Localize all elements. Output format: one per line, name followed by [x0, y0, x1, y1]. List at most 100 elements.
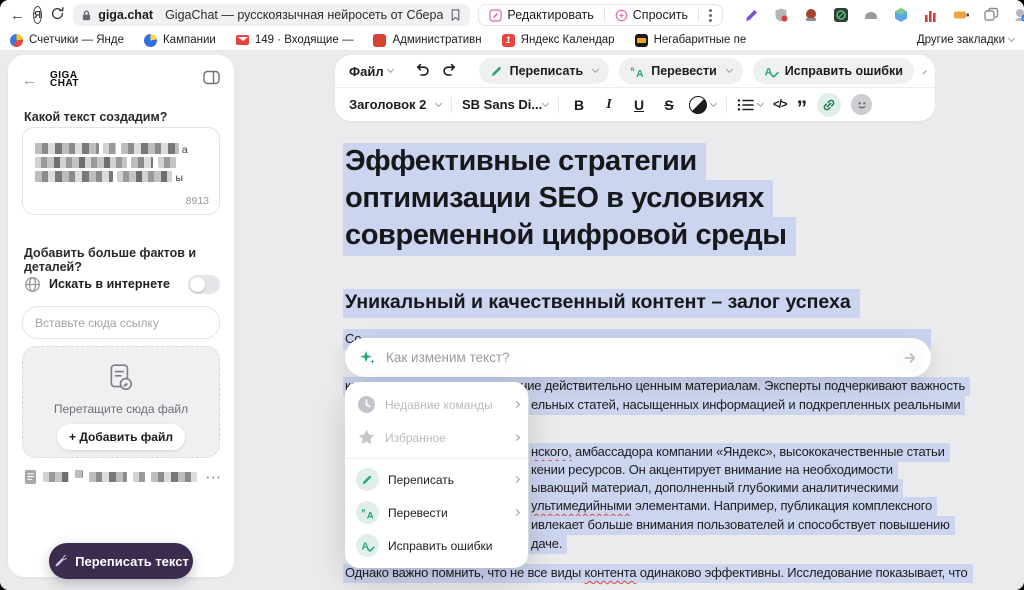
more-menu-icon[interactable] [709, 14, 712, 17]
svg-text:A: A [636, 69, 644, 79]
rewrite-pill-label: Переписать [510, 64, 584, 78]
chevron-down-icon [757, 99, 764, 106]
translate-icon: яA [630, 64, 645, 79]
menu-item-label: Переписать [388, 473, 505, 487]
bookmark-item[interactable]: Счетчики — Янде [10, 34, 124, 47]
undo-icon[interactable] [413, 60, 431, 83]
chevron-down-icon [726, 66, 733, 73]
divider [698, 8, 699, 22]
link-button[interactable] [817, 93, 841, 117]
menu-item-label: Перевести [388, 506, 505, 520]
text-color-button[interactable] [689, 96, 716, 114]
url-text[interactable]: giga.chat [98, 8, 153, 22]
fix-errors-pill-button[interactable]: A Исправить ошибки [753, 58, 914, 84]
command-input[interactable] [386, 350, 885, 365]
bookmark-item[interactable]: Административн [373, 34, 481, 47]
underline-button[interactable]: U [629, 97, 649, 113]
menu-item-label: Исправить ошибки [388, 539, 519, 553]
emoji-button[interactable] [851, 94, 872, 115]
translate-pill-button[interactable]: яA Перевести [619, 58, 743, 84]
bookmarks-bar: Счетчики — Янде Кампании 149 · Входящие … [0, 30, 1024, 51]
camera-extension-icon[interactable] [833, 7, 850, 24]
menu-item-favorites[interactable]: Избранное [345, 421, 528, 454]
send-button[interactable] [895, 343, 925, 373]
file-dropzone[interactable]: Перетащите сюда файл + Добавить файл [22, 346, 220, 458]
code-button[interactable]: </> [773, 99, 787, 111]
redacted-filename [151, 472, 197, 482]
globe-icon [24, 276, 41, 293]
shield-extension-icon[interactable] [773, 7, 790, 24]
masked-char: ы [175, 172, 183, 184]
bookmark-item[interactable]: 149 · Входящие — [236, 34, 354, 46]
pen-strike-icon [53, 554, 68, 569]
address-bar[interactable]: giga.chat GigaChat — русскоязычная нейро… [73, 4, 470, 26]
divider [726, 97, 727, 113]
link-input[interactable] [22, 306, 220, 339]
svg-text:я: я [631, 66, 635, 73]
sidebar-back-icon[interactable]: ← [22, 72, 44, 89]
quote-button[interactable]: ” [797, 104, 808, 114]
chevron-down-icon [435, 99, 442, 106]
collapse-toolbar-icon[interactable] [922, 70, 926, 74]
masked-char: а [182, 144, 188, 156]
tabs-extension-icon[interactable] [983, 7, 1000, 24]
cap-extension-icon[interactable] [863, 7, 880, 24]
menu-item-translate[interactable]: яA Перевести [345, 496, 528, 529]
browser-window: ← Я giga.chat GigaChat — русскоязычная н… [0, 0, 1024, 590]
bookmark-item[interactable]: Кампании [144, 34, 216, 47]
add-file-button[interactable]: + Добавить файл [57, 424, 185, 450]
rewrite-text-button[interactable]: Переписать текст [49, 543, 193, 579]
stamp-extension-icon[interactable] [803, 7, 820, 24]
bookmark-label: Кампании [163, 34, 216, 46]
spellcheck-icon: A [356, 534, 379, 557]
ask-ai-button[interactable]: Спросить [609, 8, 694, 22]
chevron-down-icon [387, 66, 394, 73]
translate-icon: яA [356, 501, 379, 524]
prompt-textarea[interactable]: а ы 8913 [22, 127, 220, 215]
back-icon[interactable]: ← [10, 7, 25, 24]
redacted-filename [133, 472, 145, 482]
cube-extension-icon[interactable] [893, 7, 910, 24]
bookmark-flag-icon[interactable] [449, 8, 462, 22]
pen-extension-icon[interactable] [743, 7, 760, 24]
yandex-browser-icon[interactable]: Я [33, 6, 42, 24]
italic-button[interactable]: I [599, 97, 619, 113]
lock-icon [81, 9, 92, 22]
bookmark-item[interactable]: Негабаритные пе [635, 34, 747, 47]
bookmark-label: Яндекс Календар [521, 34, 615, 46]
redo-icon[interactable] [441, 60, 459, 83]
sync-extension-icon[interactable] [1013, 7, 1024, 24]
menu-item-rewrite[interactable]: Переписать [345, 463, 528, 496]
bold-button[interactable]: B [569, 97, 589, 113]
document-p2-line4: ультимедийными элементами. Например, пуб… [529, 498, 937, 513]
collapse-panel-icon[interactable] [203, 70, 220, 90]
divider [451, 97, 452, 113]
file-more-icon[interactable]: ··· [206, 470, 222, 485]
svg-text:я: я [361, 507, 365, 514]
web-search-toggle[interactable] [188, 275, 220, 294]
redacted-filename [75, 470, 83, 478]
color-circle-icon [689, 96, 707, 114]
refresh-icon[interactable] [50, 6, 65, 25]
list-button[interactable] [737, 97, 763, 113]
other-bookmarks-button[interactable]: Другие закладки [917, 34, 1014, 46]
bar-chart-extension-icon[interactable] [923, 7, 940, 24]
sparkle-icon [359, 349, 376, 366]
font-select[interactable]: SB Sans Di... [462, 97, 548, 112]
paragraph-style-select[interactable]: Заголовок 2 [349, 97, 441, 112]
dropzone-label: Перетащите сюда файл [23, 402, 219, 416]
attached-file-row[interactable]: ··· [24, 467, 222, 487]
document-p2-line3: ывающий материал, дополненный глубокими … [529, 480, 903, 495]
bookmark-item[interactable]: Яндекс Календар [502, 34, 615, 47]
menu-item-recent-commands[interactable]: Недавние команды [345, 388, 528, 421]
sidebar-panel: ← GIGACHAT Какой текст создадим? а ы 891… [8, 55, 234, 577]
edit-page-button[interactable]: Редактировать [483, 8, 599, 22]
facts-section-label: Добавить больше фактов и деталей? [24, 246, 234, 274]
edit-pencil-icon [489, 9, 502, 22]
strikethrough-button[interactable]: S [659, 97, 679, 113]
menu-item-fix-errors[interactable]: A Исправить ошибки [345, 529, 528, 562]
rewrite-pill-button[interactable]: Переписать [479, 58, 610, 84]
battery-extension-icon[interactable] [953, 7, 970, 24]
document-h1-line3: современной цифровой среды [343, 219, 796, 252]
file-menu[interactable]: Файл [349, 64, 393, 79]
